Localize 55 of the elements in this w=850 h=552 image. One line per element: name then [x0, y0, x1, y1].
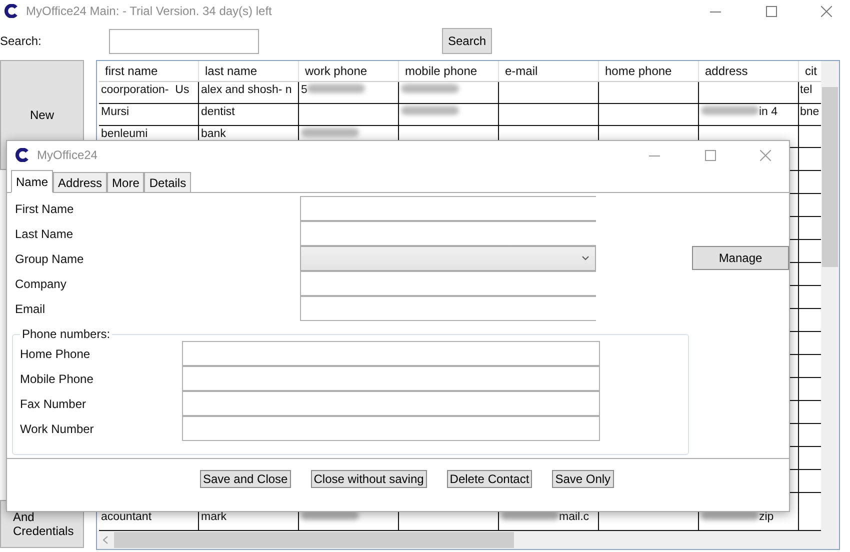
app-logo-icon	[4, 4, 18, 18]
field-label: Last Name	[15, 226, 74, 240]
field-label: Group Name	[15, 252, 85, 266]
column-header[interactable]: address	[699, 61, 799, 82]
maximize-icon[interactable]	[766, 6, 776, 16]
maximize-icon[interactable]	[704, 150, 716, 160]
window-title: MyOffice24 Main: - Trial Version. 34 day(s) left	[26, 4, 273, 18]
vertical-scrollbar[interactable]	[821, 61, 839, 549]
input-field[interactable]	[300, 221, 596, 246]
field-label: Work Number	[20, 422, 95, 436]
group-dropdown[interactable]	[300, 246, 596, 271]
table-cell: alex and shosh- n	[199, 82, 299, 104]
input-field[interactable]	[300, 196, 596, 221]
close-icon[interactable]	[760, 150, 771, 160]
group-title: Phone numbers:	[21, 327, 112, 341]
column-header[interactable]: mobile phone	[399, 61, 499, 82]
app-logo-icon	[15, 148, 29, 162]
dialog-button[interactable]: Delete Contact	[446, 470, 532, 488]
column-header[interactable]: work phone	[299, 61, 399, 82]
input-field[interactable]	[300, 296, 596, 321]
tab[interactable]: Address	[53, 172, 108, 193]
column-header[interactable]: first name	[99, 61, 199, 82]
dialog-button[interactable]: Close without saving	[310, 470, 427, 488]
field-label: Home Phone	[20, 346, 92, 360]
tab[interactable]: Name	[11, 170, 54, 193]
table-cell: Mursi	[99, 104, 199, 126]
column-header[interactable]: e-mail	[499, 61, 599, 82]
chevron-left-icon	[103, 536, 108, 544]
column-header[interactable]: home phone	[599, 61, 699, 82]
field-label: Email	[15, 302, 46, 316]
field-label: Mobile Phone	[20, 372, 94, 386]
horizontal-scrollbar[interactable]	[97, 531, 821, 549]
input-field[interactable]	[300, 271, 596, 296]
input-field[interactable]	[182, 341, 600, 366]
column-header[interactable]: last name	[199, 61, 299, 82]
field-label: Company	[15, 276, 68, 290]
search-button[interactable]: Search	[442, 28, 492, 54]
tab[interactable]: Details	[144, 172, 192, 193]
input-field[interactable]	[182, 366, 600, 391]
table-cell: dentist	[199, 104, 299, 126]
table-cell: 5	[299, 82, 399, 104]
table-cell: in 4	[699, 104, 799, 126]
table-cell: coorporation- Us	[99, 82, 199, 104]
search-field[interactable]	[109, 28, 259, 54]
manage-button[interactable]: Manage	[692, 246, 789, 270]
close-icon[interactable]	[821, 6, 832, 16]
field-label: Fax Number	[20, 396, 88, 410]
dialog-button[interactable]: Save Only	[552, 470, 614, 488]
tab[interactable]: More	[107, 172, 144, 193]
input-field[interactable]	[182, 416, 600, 441]
input-field[interactable]	[182, 391, 600, 416]
chevron-down-icon	[582, 256, 589, 261]
field-label: First Name	[15, 202, 75, 216]
dialog-button[interactable]: Save and Close	[200, 470, 291, 488]
search-label: Search:	[0, 34, 42, 48]
